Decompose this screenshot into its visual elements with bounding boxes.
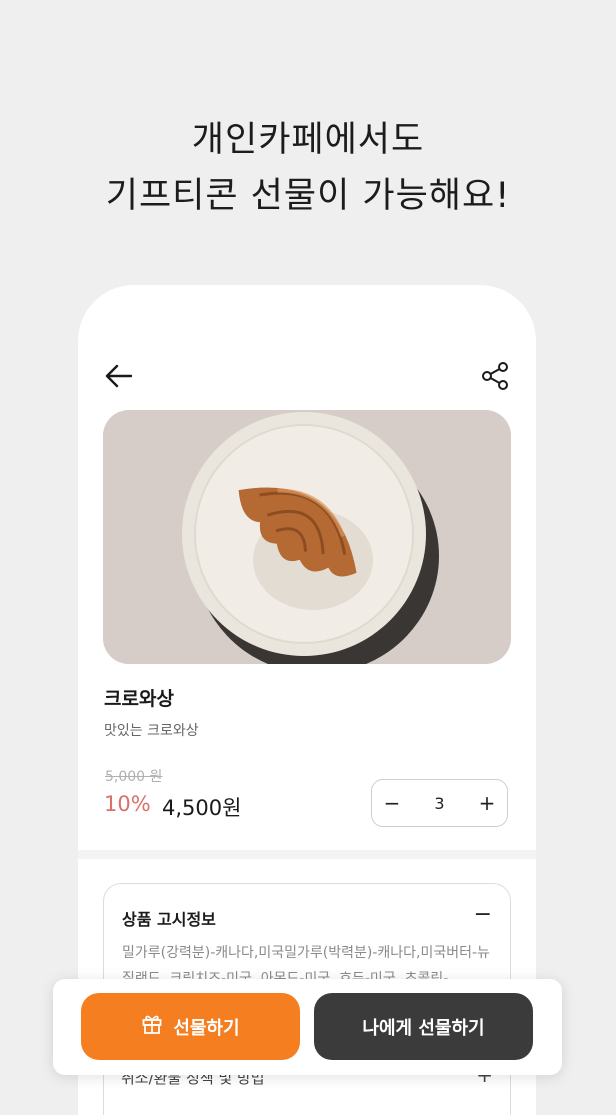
original-price: 5,000 원 — [105, 769, 163, 785]
sale-price: 4,500원 — [162, 796, 242, 820]
gift-button-label: 선물하기 — [173, 1017, 240, 1039]
gift-to-self-label: 나에게 선물하기 — [362, 1017, 485, 1039]
collapse-toggle[interactable]: − — [474, 902, 492, 927]
share-icon[interactable] — [480, 361, 510, 391]
quantity-stepper: − 3 + — [371, 779, 508, 827]
arrow-left-icon[interactable] — [104, 363, 134, 389]
discount-rate: 10% — [104, 792, 151, 816]
decrease-button[interactable]: − — [372, 791, 412, 815]
gift-icon — [141, 1013, 163, 1040]
product-name: 크로와상 — [104, 688, 174, 710]
increase-button[interactable]: + — [467, 791, 507, 815]
info-title: 상품 고시정보 — [122, 910, 216, 929]
quantity-value: 3 — [434, 793, 445, 813]
product-description: 맛있는 크로와상 — [104, 723, 199, 739]
headline-line-1: 개인카페에서도 — [191, 120, 425, 160]
product-image — [103, 410, 511, 664]
bottom-action-bar: 선물하기 나에게 선물하기 — [53, 979, 562, 1075]
gift-button[interactable]: 선물하기 — [81, 993, 300, 1060]
promo-headline: 개인카페에서도 기프티콘 선물이 가능해요! — [0, 112, 616, 224]
headline-line-2: 기프티콘 선물이 가능해요! — [105, 176, 511, 216]
gift-to-self-button[interactable]: 나에게 선물하기 — [314, 993, 533, 1060]
section-divider — [78, 850, 536, 859]
